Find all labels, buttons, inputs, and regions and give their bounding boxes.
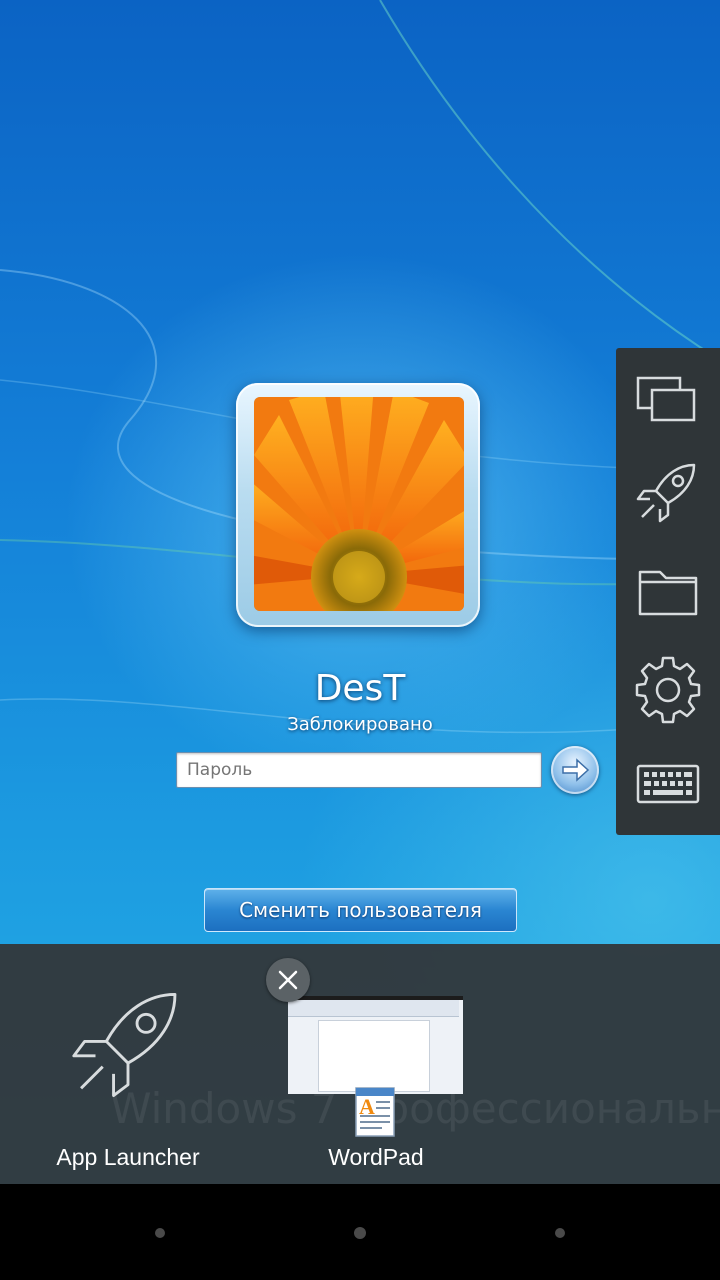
lock-status: Заблокировано <box>287 714 433 735</box>
wordpad-thumbnail[interactable] <box>288 996 463 1094</box>
switch-windows-button[interactable] <box>632 362 704 434</box>
rocket-icon <box>72 993 177 1097</box>
keyboard-icon <box>636 764 700 804</box>
app-launcher-button[interactable] <box>632 457 704 529</box>
flower-picture <box>254 397 464 611</box>
side-toolbar <box>616 348 720 835</box>
wordpad-icon: A <box>355 1087 395 1137</box>
nav-recents-button[interactable] <box>555 1228 565 1238</box>
user-avatar <box>236 383 480 627</box>
windows-switch-icon <box>636 376 696 422</box>
app-tray: Windows 7 Профессиональная App Launcher … <box>0 944 720 1184</box>
switch-user-button[interactable]: Сменить пользователя <box>204 888 517 932</box>
folder-icon <box>638 570 698 616</box>
arrow-right-icon <box>562 758 590 782</box>
tray-app-label: WordPad <box>328 1144 424 1170</box>
android-nav-bar <box>0 1184 720 1280</box>
tray-app-launcher[interactable]: App Launcher <box>8 944 248 1184</box>
keyboard-button[interactable] <box>632 748 704 820</box>
close-wordpad-button[interactable] <box>266 958 310 1002</box>
settings-button[interactable] <box>632 652 704 724</box>
gear-icon <box>635 656 701 724</box>
rocket-icon <box>636 463 696 523</box>
tray-app-label: App Launcher <box>56 1144 200 1170</box>
svg-text:A: A <box>359 1094 375 1119</box>
submit-arrow-button[interactable] <box>551 746 599 794</box>
files-button[interactable] <box>632 556 704 628</box>
password-input[interactable] <box>176 752 542 788</box>
close-icon <box>278 970 298 990</box>
user-name: DesT <box>314 668 406 709</box>
nav-home-button[interactable] <box>354 1227 366 1239</box>
nav-back-button[interactable] <box>155 1228 165 1238</box>
